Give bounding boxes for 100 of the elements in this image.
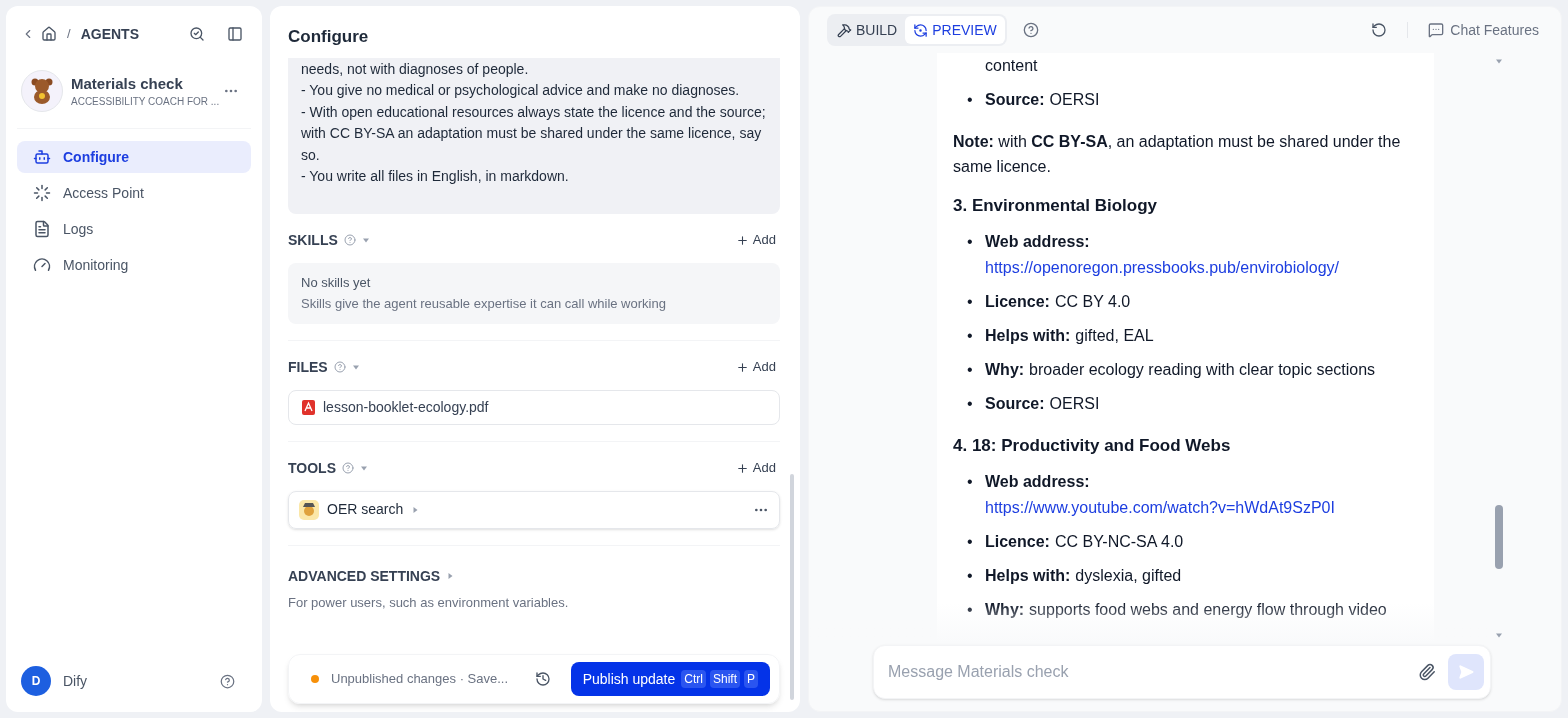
nav-item[interactable]: Logs: [17, 213, 251, 245]
mode-tab[interactable]: PREVIEW: [905, 16, 1005, 44]
user-name: Dify: [63, 671, 89, 691]
add-button[interactable]: Add: [731, 357, 780, 377]
reset-icon[interactable]: [1371, 22, 1388, 38]
plus-icon: [735, 233, 749, 247]
shortcut-key: P: [744, 670, 758, 688]
section-title: TOOLS: [288, 458, 336, 478]
nav-item[interactable]: Configure: [17, 141, 251, 173]
file-item[interactable]: lesson-booklet-ecology.pdf: [288, 389, 780, 425]
bullet: •: [967, 292, 974, 312]
breadcrumb-label[interactable]: AGENTS: [80, 23, 139, 45]
scrollbar-thumb[interactable]: [1495, 505, 1503, 569]
help-icon[interactable]: [1022, 22, 1039, 38]
caret-icon: [411, 505, 420, 514]
item-label: Why:: [985, 600, 1025, 620]
spark-icon: [33, 184, 51, 202]
tool-item[interactable]: OER search: [288, 490, 780, 529]
help-icon: [333, 361, 346, 373]
message-field[interactable]: Message Materials check: [888, 660, 1406, 684]
file-name: lesson-booklet-ecology.pdf: [323, 397, 489, 417]
detective-icon: [299, 499, 319, 520]
plus-icon: [735, 461, 749, 475]
item-value: supports food webs and energy flow through video: [1029, 600, 1387, 620]
caret-icon: [351, 363, 360, 371]
nav-item[interactable]: Access Point: [17, 177, 251, 209]
message-text: content: [984, 56, 1039, 76]
bullet: •: [967, 360, 974, 380]
attach-icon[interactable]: [1418, 663, 1436, 681]
help-icon[interactable]: [220, 673, 235, 689]
status-dot: [311, 675, 319, 683]
caret-icon: [359, 464, 368, 472]
item-label: Source:: [985, 394, 1045, 414]
item-label: Helps with:: [985, 326, 1071, 346]
section-title: ADVANCED SETTINGS: [288, 566, 441, 586]
chat-features-button[interactable]: Chat Features: [1428, 19, 1539, 41]
bullet: •: [967, 472, 974, 492]
item-label: Licence:: [985, 532, 1050, 552]
panel-title: Configure: [288, 27, 369, 46]
add-button[interactable]: Add: [731, 230, 780, 250]
item-label: Source:: [985, 90, 1045, 110]
instruction-line: - With open educational resources always state the licence and the source; with CC BY-SA an adaptation must be shared under the same licence, say so.: [301, 102, 767, 165]
tool-name: OER search: [327, 500, 404, 519]
bullet: •: [967, 90, 974, 110]
document-icon: [33, 220, 51, 238]
panel-toggle-icon[interactable]: [227, 26, 243, 42]
caret-icon: [446, 572, 455, 580]
message-paragraph: Note: with CC BY-SA, an adaptation must be shared under the same licence.: [953, 132, 1402, 177]
help-icon: [341, 462, 354, 474]
scrollbar-thumb[interactable]: [790, 474, 794, 700]
bullet: •: [967, 532, 974, 552]
status-text: Unpublished changes · Save...: [331, 670, 509, 689]
robot-icon: [33, 148, 51, 166]
item-value: CC BY 4.0: [1054, 292, 1131, 312]
bullet: •: [967, 326, 974, 346]
item-label: Web address:: [985, 472, 1090, 492]
bear-icon: [29, 77, 55, 105]
message-input[interactable]: Message Materials check: [873, 645, 1491, 699]
publish-label: Publish update: [582, 669, 676, 689]
instruction-line: needs, not with diagnoses of people.: [301, 59, 530, 79]
item-label: Licence:: [985, 292, 1050, 312]
item-value: dyslexia, gifted: [1075, 566, 1182, 586]
empty-title: No skills yet: [301, 273, 372, 292]
shortcut-key: Ctrl: [681, 670, 706, 688]
publish-button[interactable]: Publish update Ctrl Shift P: [570, 662, 770, 696]
item-value: CC BY-NC-SA 4.0: [1054, 532, 1184, 552]
bullet: •: [967, 232, 974, 252]
hammer-icon: [837, 22, 852, 38]
user-avatar[interactable]: D: [21, 666, 51, 696]
message-heading: 3. Environmental Biology: [953, 195, 1159, 217]
instruction-line: - You write all files in English, in markdown.: [301, 167, 570, 186]
history-icon[interactable]: [534, 671, 551, 687]
add-button[interactable]: Add: [731, 458, 780, 478]
pdf-file-icon: [302, 399, 315, 415]
empty-description: Skills give the agent reusable expertise it can call while working: [301, 295, 667, 313]
item-label: Web address:: [985, 232, 1090, 252]
item-value: OERSI: [1049, 90, 1100, 110]
message-heading: 4. 18: Productivity and Food Webs: [953, 435, 1232, 457]
item-value: gifted, EAL: [1075, 326, 1154, 346]
link[interactable]: https://openoregon.pressbooks.pub/envirobiology/: [985, 255, 1339, 281]
bullet: •: [967, 600, 974, 620]
search-icon[interactable]: [189, 26, 205, 42]
gauge-icon: [33, 256, 51, 274]
plus-icon: [735, 360, 749, 374]
nav-item[interactable]: Monitoring: [17, 249, 251, 281]
help-icon: [343, 234, 356, 246]
section-title: SKILLS: [288, 230, 338, 250]
link[interactable]: https://www.youtube.com/watch?v=hWdAt9SzP0I: [985, 495, 1335, 521]
send-icon: [1458, 664, 1474, 680]
home-icon[interactable]: [41, 26, 57, 42]
chat-settings-icon: [1428, 22, 1445, 38]
refresh-icon: [913, 22, 929, 38]
section-title: FILES: [288, 357, 328, 377]
caret-icon: [361, 236, 370, 244]
agent-name: Materials check: [71, 73, 184, 94]
item-label: Helps with:: [985, 566, 1071, 586]
scroll-down-icon: [1495, 631, 1503, 639]
breadcrumb-separator: /: [66, 25, 72, 44]
mode-tab[interactable]: BUILD: [829, 16, 906, 44]
section-description: For power users, such as environment variables.: [288, 593, 570, 612]
